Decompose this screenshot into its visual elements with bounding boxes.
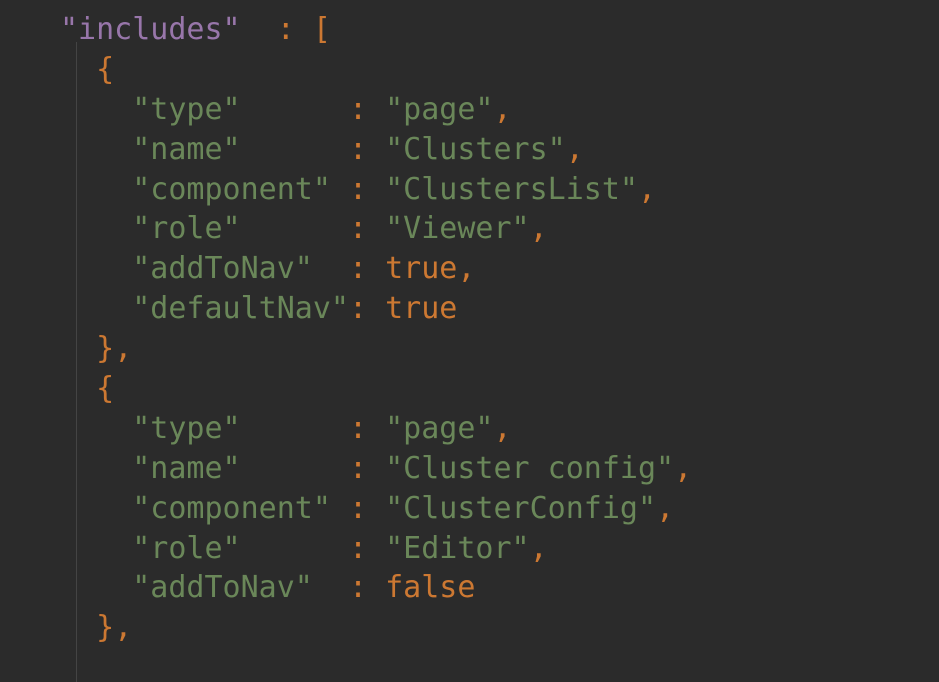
json-key-addtonav: "addToNav"	[132, 570, 313, 605]
json-key-component: "component"	[132, 172, 331, 207]
colon: :	[349, 251, 367, 286]
json-key-name: "name"	[132, 132, 240, 167]
code-line-9: },	[60, 331, 132, 366]
json-value-true: true	[385, 251, 457, 286]
code-line-1: "includes" : [	[60, 12, 331, 47]
json-key-type: "type"	[132, 411, 240, 446]
comma: ,	[494, 411, 512, 446]
json-value-editor: "Editor"	[385, 531, 530, 566]
json-key-role: "role"	[132, 531, 240, 566]
comma: ,	[638, 172, 656, 207]
comma: ,	[674, 451, 692, 486]
colon: :	[349, 211, 367, 246]
comma: ,	[494, 92, 512, 127]
json-key-addtonav: "addToNav"	[132, 251, 313, 286]
json-key-role: "role"	[132, 211, 240, 246]
json-value-page: "page"	[385, 411, 493, 446]
comma: ,	[114, 610, 132, 645]
open-bracket: [	[313, 12, 331, 47]
json-key-component: "component"	[132, 491, 331, 526]
comma: ,	[656, 491, 674, 526]
comma: ,	[530, 531, 548, 566]
code-line-7: "addToNav" : true,	[60, 251, 475, 286]
colon: :	[277, 12, 295, 47]
json-key-includes: "includes"	[60, 12, 241, 47]
colon: :	[349, 451, 367, 486]
json-value-true: true	[385, 291, 457, 326]
json-key-defaultnav: "defaultNav"	[132, 291, 349, 326]
colon: :	[349, 491, 367, 526]
colon: :	[349, 531, 367, 566]
colon: :	[349, 172, 367, 207]
comma: ,	[114, 331, 132, 366]
json-value-page: "page"	[385, 92, 493, 127]
colon: :	[349, 132, 367, 167]
colon: :	[349, 92, 367, 127]
json-key-type: "type"	[132, 92, 240, 127]
comma: ,	[457, 251, 475, 286]
code-line-13: "component" : "ClusterConfig",	[60, 491, 674, 526]
colon: :	[349, 570, 367, 605]
code-line-2: {	[60, 52, 114, 87]
colon: :	[349, 291, 367, 326]
code-line-8: "defaultNav": true	[60, 291, 457, 326]
json-value-viewer: "Viewer"	[385, 211, 530, 246]
comma: ,	[566, 132, 584, 167]
colon: :	[349, 411, 367, 446]
code-line-4: "name" : "Clusters",	[60, 132, 584, 167]
code-line-5: "component" : "ClustersList",	[60, 172, 656, 207]
json-value-clusterslist: "ClustersList"	[385, 172, 638, 207]
json-key-name: "name"	[132, 451, 240, 486]
code-line-6: "role" : "Viewer",	[60, 211, 548, 246]
code-editor[interactable]: "includes" : [ { "type" : "page", "name"…	[0, 0, 939, 648]
json-value-clusters: "Clusters"	[385, 132, 566, 167]
close-brace: }	[96, 610, 114, 645]
code-line-14: "role" : "Editor",	[60, 531, 548, 566]
code-line-11: "type" : "page",	[60, 411, 512, 446]
json-value-false: false	[385, 570, 475, 605]
open-brace: {	[96, 371, 114, 406]
code-line-15: "addToNav" : false	[60, 570, 475, 605]
code-line-12: "name" : "Cluster config",	[60, 451, 692, 486]
code-line-10: {	[60, 371, 114, 406]
code-line-3: "type" : "page",	[60, 92, 512, 127]
code-line-16: },	[60, 610, 132, 645]
json-value-clusterconfig-name: "Cluster config"	[385, 451, 674, 486]
comma: ,	[530, 211, 548, 246]
json-value-clusterconfig-comp: "ClusterConfig"	[385, 491, 656, 526]
open-brace: {	[96, 52, 114, 87]
close-brace: }	[96, 331, 114, 366]
